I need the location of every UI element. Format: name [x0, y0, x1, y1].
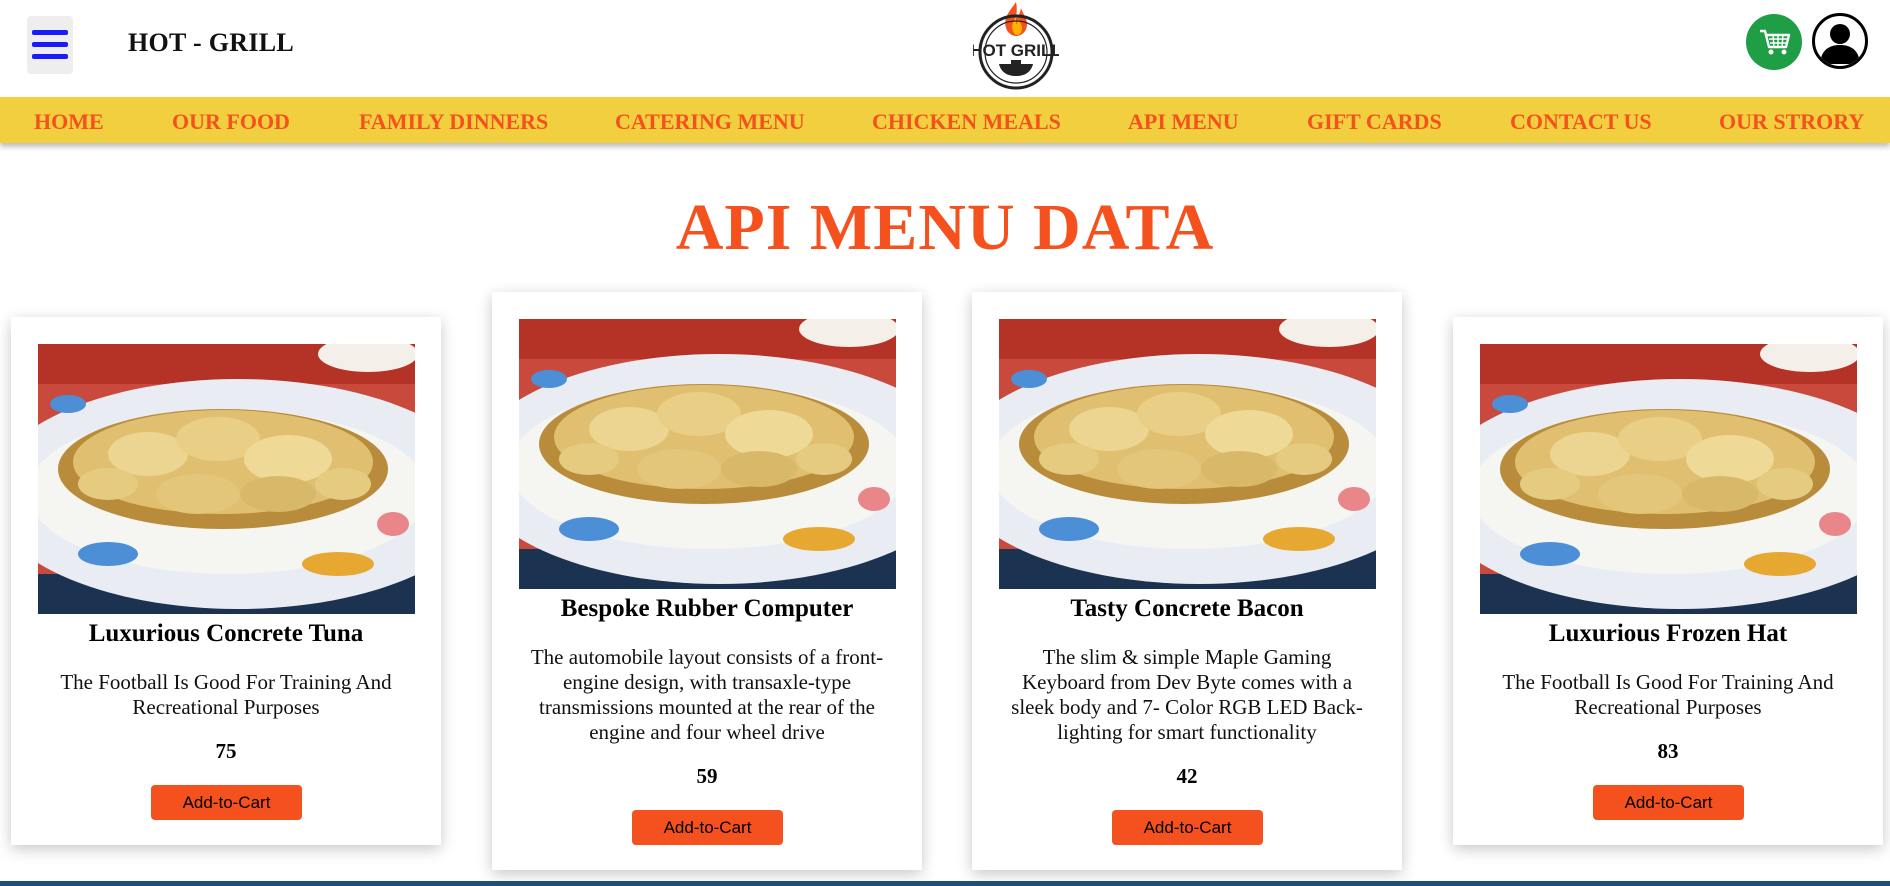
add-to-cart-button[interactable]: Add-to-Cart — [1112, 810, 1263, 845]
food-image — [519, 319, 896, 589]
food-image — [1480, 344, 1857, 614]
user-account-button[interactable] — [1812, 13, 1868, 69]
desc-line: Recreational Purposes — [1574, 695, 1762, 719]
menu-card: Bespoke Rubber Computer The automobile l… — [492, 292, 922, 870]
food-image — [38, 344, 415, 614]
desc-line: engine design, with transaxle-type — [562, 670, 852, 694]
item-price: 83 — [1657, 739, 1679, 763]
item-description: The Football Is Good For Training And Re… — [41, 670, 411, 720]
nav-family-dinners[interactable]: FAMILY DINNERS — [359, 109, 548, 135]
cart-button[interactable] — [1746, 14, 1802, 70]
cart-icon — [1760, 29, 1791, 55]
desc-line: The Football Is Good For Training And — [1502, 670, 1834, 694]
desc-line: Keyboard from Dev Byte comes with a — [1021, 670, 1353, 694]
nav-our-story[interactable]: OUR STRORY — [1719, 109, 1864, 135]
nav-chicken-meals[interactable]: CHICKEN MEALS — [872, 109, 1061, 135]
nav-home[interactable]: HOME — [34, 109, 104, 135]
user-icon — [1820, 24, 1860, 64]
desc-line: sleek body and 7- Color RGB LED Back- — [1011, 695, 1363, 719]
desc-line: The slim & simple Maple Gaming — [1042, 645, 1332, 669]
hamburger-icon — [32, 30, 68, 59]
logo-text: HOT GRILL — [973, 41, 1059, 60]
desc-line: transmissions mounted at the rear of the — [539, 695, 875, 719]
item-price: 75 — [215, 739, 237, 763]
item-name: Luxurious Concrete Tuna — [88, 620, 364, 647]
nav-gift-cards[interactable]: GIFT CARDS — [1307, 109, 1442, 135]
item-name: Tasty Concrete Bacon — [1070, 595, 1304, 622]
menu-card: Luxurious Frozen Hat The Football Is Goo… — [1453, 317, 1883, 845]
item-price: 42 — [1176, 764, 1198, 788]
menu-button[interactable] — [27, 16, 73, 74]
add-to-cart-button[interactable]: Add-to-Cart — [632, 810, 783, 845]
add-to-cart-button[interactable]: Add-to-Cart — [151, 785, 302, 820]
desc-line: engine and four wheel drive — [589, 720, 825, 744]
item-name: Bespoke Rubber Computer — [560, 595, 854, 622]
item-description: The automobile layout consists of a fron… — [522, 645, 892, 745]
hot-grill-logo[interactable]: HOT GRILL — [973, 0, 1059, 92]
menu-card: Luxurious Concrete Tuna The Football Is … — [11, 317, 441, 845]
food-image — [999, 319, 1376, 589]
desc-line: The Football Is Good For Training And — [60, 670, 392, 694]
nav-our-food[interactable]: OUR FOOD — [172, 109, 290, 135]
main-nav: HOME OUR FOOD FAMILY DINNERS CATERING ME… — [0, 97, 1890, 143]
item-name: Luxurious Frozen Hat — [1548, 620, 1788, 647]
item-description: The slim & simple Maple Gaming Keyboard … — [1002, 645, 1372, 745]
item-description: The Football Is Good For Training And Re… — [1483, 670, 1853, 720]
desc-line: Recreational Purposes — [132, 695, 320, 719]
nav-contact-us[interactable]: CONTACT US — [1510, 109, 1652, 135]
brand-name: HOT - GRILL — [128, 28, 295, 57]
nav-catering-menu[interactable]: CATERING MENU — [615, 109, 805, 135]
item-price: 59 — [696, 764, 718, 788]
header: HOT - GRILL HOT GRILL — [0, 0, 1890, 96]
add-to-cart-button[interactable]: Add-to-Cart — [1593, 785, 1744, 820]
desc-line: lighting for smart functionality — [1057, 720, 1317, 744]
nav-api-menu[interactable]: API MENU — [1128, 109, 1239, 135]
desc-line: The automobile layout consists of a fron… — [530, 645, 884, 669]
footer-edge — [0, 881, 1890, 886]
page-title: API MENU DATA — [675, 191, 1215, 264]
menu-card: Tasty Concrete Bacon The slim & simple M… — [972, 292, 1402, 870]
